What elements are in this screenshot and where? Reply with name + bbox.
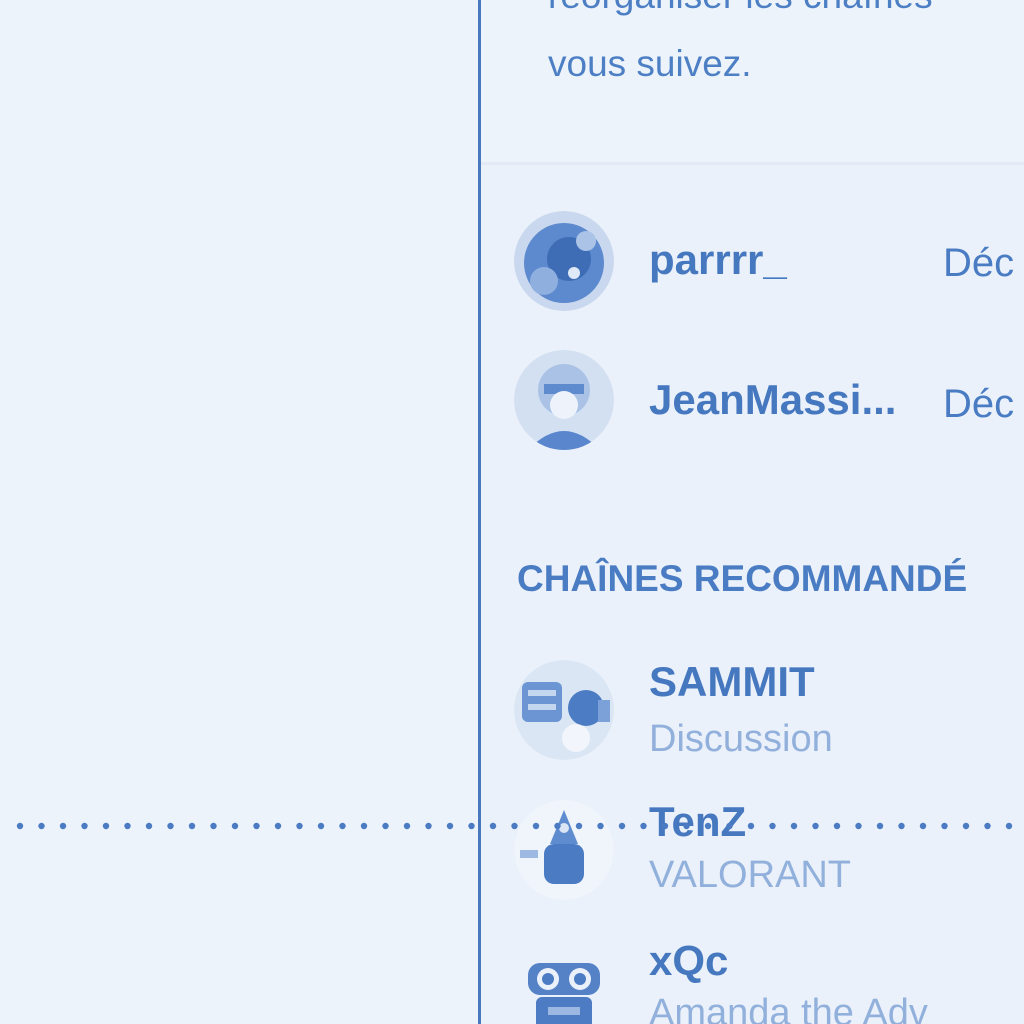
avatar <box>514 660 614 760</box>
channel-name: TenZ <box>649 798 747 845</box>
followed-channel-item[interactable]: JeanMassi... Déc <box>481 344 1024 454</box>
screen: réorganiser les chaînes vous suivez. par… <box>0 0 1024 1024</box>
followed-channel-item[interactable]: parrrr_ Déc <box>481 207 1024 317</box>
channel-name: parrrr_ <box>649 236 787 283</box>
avatar <box>514 800 614 900</box>
info-line-1: réorganiser les chaînes <box>548 0 1024 30</box>
info-line-2: vous suivez. <box>548 43 752 84</box>
recommended-channels-heading: CHAÎNES RECOMMANDÉ <box>517 558 968 599</box>
robot-icon <box>514 945 614 1024</box>
channel-name: SAMMIT <box>649 658 815 705</box>
recommended-channel-item[interactable]: SAMMIT Discussion <box>481 655 1024 775</box>
channel-name: xQc <box>649 937 729 984</box>
channel-category: Amanda the Adv <box>649 992 928 1024</box>
main-content-area <box>0 0 479 1024</box>
followed-channels-panel: réorganiser les chaînes vous suivez. par… <box>481 0 1024 1024</box>
channel-status: Déc <box>943 241 1015 285</box>
channel-category: Discussion <box>649 718 833 760</box>
recommended-channel-item[interactable]: TenZ VALORANT <box>481 795 1024 915</box>
info-text: réorganiser les chaînes vous suivez. <box>548 0 1024 98</box>
channel-category: VALORANT <box>649 854 852 896</box>
avatar <box>514 211 614 311</box>
recommended-channel-item[interactable]: xQc Amanda the Adv <box>481 935 1024 1024</box>
channel-name: JeanMassi... <box>649 376 897 423</box>
channel-status: Déc <box>943 382 1015 426</box>
avatar <box>514 350 614 450</box>
info-tooltip: réorganiser les chaînes vous suivez. <box>481 0 1024 165</box>
